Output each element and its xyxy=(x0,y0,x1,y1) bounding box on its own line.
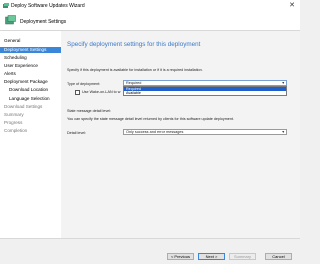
page-title: Deployment Settings xyxy=(20,19,67,25)
cancel-button[interactable]: Cancel xyxy=(265,253,292,260)
main-panel: Specify deployment settings for this dep… xyxy=(61,31,300,238)
next-button[interactable]: Next > xyxy=(198,253,225,260)
wake-on-lan-label: Use Wake-on-LAN to w xyxy=(82,90,121,94)
sidebar-item-deployment-settings[interactable]: Deployment Settings xyxy=(0,47,61,53)
sidebar-item-alerts[interactable]: Alerts xyxy=(0,71,61,77)
sidebar-item-completion: Completion xyxy=(4,128,28,133)
sidebar-item-download-settings: Download Settings xyxy=(4,104,43,109)
chevron-down-icon: ▼ xyxy=(281,81,285,85)
option-available[interactable]: Available xyxy=(124,91,286,95)
deployment-settings-icon xyxy=(5,15,16,26)
deployment-type-value: Required xyxy=(126,81,142,85)
sidebar-item-scheduling[interactable]: Scheduling xyxy=(0,55,61,61)
wake-on-lan-checkbox[interactable] xyxy=(75,90,80,95)
sidebar-item-user-experience[interactable]: User Experience xyxy=(0,63,61,69)
wizard-window: Deploy Software Updates Wizard ✕ Deploym… xyxy=(0,0,300,264)
chevron-down-icon: ▼ xyxy=(281,130,285,134)
sidebar-item-summary: Summary xyxy=(4,112,24,117)
wizard-icon xyxy=(3,3,9,9)
intro-text: Specify if this deployment is available … xyxy=(67,68,203,72)
wizard-steps-sidebar: General Deployment Settings Scheduling U… xyxy=(0,38,61,238)
sidebar-item-general[interactable]: General xyxy=(0,38,61,44)
state-message-heading: State message detail level: xyxy=(67,109,112,113)
wizard-footer: < Previous Next > Summary Cancel xyxy=(0,239,300,264)
close-icon[interactable]: ✕ xyxy=(287,1,297,11)
detail-level-select[interactable]: Only success and error messages ▼ xyxy=(123,129,287,135)
window-title: Deploy Software Updates Wizard xyxy=(11,3,85,9)
detail-level-label: Detail level: xyxy=(67,131,87,135)
state-message-description: You can specify the state message detail… xyxy=(67,117,234,121)
sidebar-item-progress: Progress xyxy=(4,120,23,125)
summary-button: Summary xyxy=(229,253,256,260)
previous-button[interactable]: < Previous xyxy=(167,253,194,260)
deployment-type-label: Type of deployment: xyxy=(67,82,101,86)
title-bar: Deploy Software Updates Wizard ✕ xyxy=(0,0,300,12)
page-header: Deployment Settings xyxy=(0,12,300,31)
sidebar-item-language-selection[interactable]: Language Selection xyxy=(0,96,61,102)
deployment-type-dropdown-list: Required Available xyxy=(123,86,287,96)
sidebar-item-deployment-package[interactable]: Deployment Package xyxy=(0,79,61,85)
detail-level-value: Only success and error messages xyxy=(126,130,184,134)
section-title: Specify deployment settings for this dep… xyxy=(67,41,201,48)
sidebar-item-download-location[interactable]: Download Location xyxy=(0,87,61,93)
